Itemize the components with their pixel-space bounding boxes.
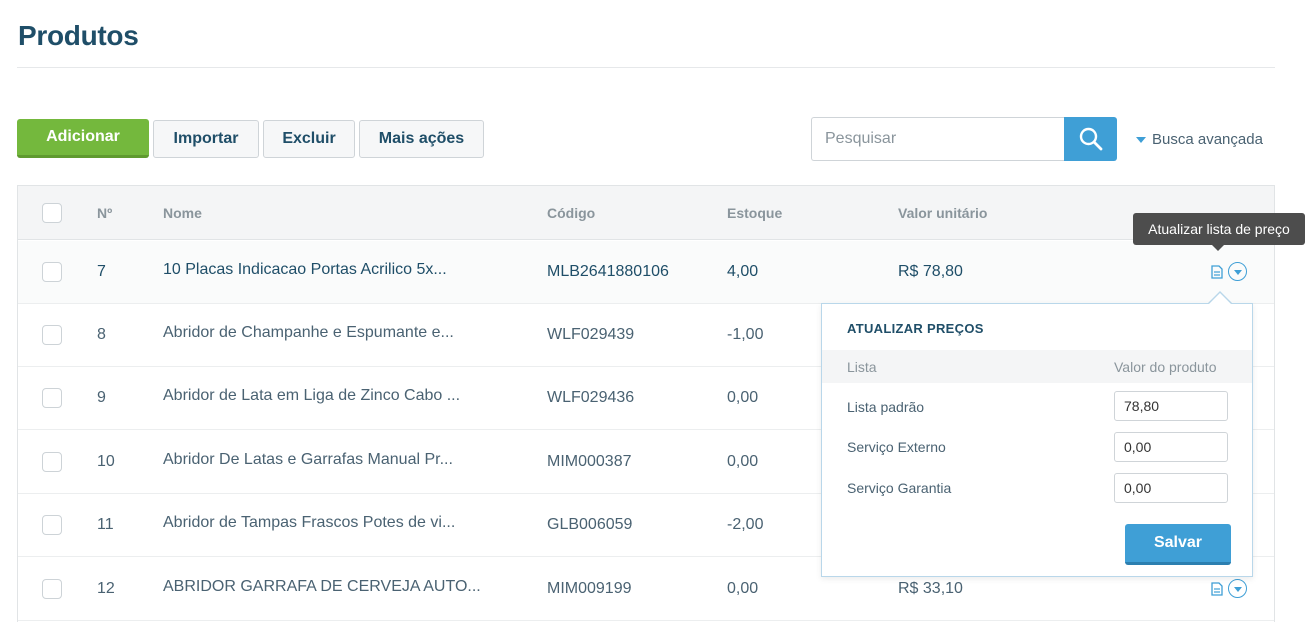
search-input[interactable] (811, 117, 1065, 161)
row-code: WLF029439 (547, 326, 635, 343)
header-name: Nome (163, 205, 202, 221)
row-number: 7 (97, 263, 106, 280)
header-code: Código (547, 205, 596, 221)
row-code: MIM000387 (547, 453, 632, 470)
chevron-circle-down-icon[interactable] (1228, 579, 1247, 598)
row-stock: 0,00 (727, 580, 759, 597)
search-icon (1079, 127, 1102, 151)
row-number: 12 (97, 580, 115, 597)
table-header: Nº Nome Código Estoque Valor unitário (18, 186, 1274, 240)
update-prices-popup: ATUALIZAR PREÇOS Lista Valor do produto … (821, 303, 1253, 577)
advanced-search-label: Busca avançada (1152, 131, 1263, 148)
price-input-lista-padrao[interactable] (1114, 391, 1228, 421)
advanced-search-link[interactable]: Busca avançada (1136, 131, 1263, 148)
title-divider (17, 67, 1275, 68)
popup-header-list: Lista (847, 359, 877, 375)
select-all-checkbox[interactable] (42, 203, 62, 223)
price-list-label: Serviço Externo (847, 439, 946, 455)
row-number: 11 (97, 516, 114, 533)
row-checkbox[interactable] (42, 262, 62, 282)
row-checkbox[interactable] (42, 579, 62, 599)
row-number: 8 (97, 326, 106, 343)
row-actions (1211, 262, 1247, 281)
popup-header: Lista Valor do produto (822, 350, 1252, 383)
row-checkbox[interactable] (42, 452, 62, 472)
row-name[interactable]: Abridor de Tampas Frascos Potes de vi... (163, 514, 455, 532)
delete-button[interactable]: Excluir (263, 120, 355, 158)
row-number: 9 (97, 389, 106, 406)
save-button[interactable]: Salvar (1125, 524, 1231, 565)
update-price-list-tooltip: Atualizar lista de preço (1133, 213, 1305, 245)
search-button[interactable] (1064, 117, 1117, 161)
row-name[interactable]: 10 Placas Indicacao Portas Acrilico 5x..… (163, 261, 447, 279)
row-checkbox[interactable] (42, 325, 62, 345)
row-checkbox[interactable] (42, 388, 62, 408)
popup-header-value: Valor do produto (1114, 359, 1217, 375)
header-stock: Estoque (727, 205, 783, 221)
row-code: WLF029436 (547, 389, 635, 406)
caret-down-icon (1136, 136, 1146, 143)
row-stock: -1,00 (727, 326, 764, 343)
price-input-servico-garantia[interactable] (1114, 473, 1228, 503)
row-name[interactable]: Abridor De Latas e Garrafas Manual Pr... (163, 451, 453, 469)
row-name[interactable]: Abridor de Lata em Liga de Zinco Cabo ..… (163, 387, 460, 405)
row-number: 10 (97, 453, 115, 470)
row-name[interactable]: ABRIDOR GARRAFA DE CERVEJA AUTO... (163, 578, 481, 596)
price-list-label: Lista padrão (847, 399, 925, 415)
popup-arrow-fill (1209, 293, 1231, 304)
chevron-circle-down-icon[interactable] (1228, 262, 1247, 281)
row-stock: 4,00 (727, 263, 759, 280)
row-unit-value: R$ 78,80 (898, 263, 963, 280)
row-code: MLB2641880106 (547, 263, 669, 280)
tooltip-arrow (1212, 245, 1224, 251)
more-actions-button[interactable]: Mais ações (359, 120, 484, 158)
header-number: Nº (97, 205, 113, 221)
row-stock: 0,00 (727, 453, 759, 470)
row-code: GLB006059 (547, 516, 633, 533)
table-row[interactable]: 7 10 Placas Indicacao Portas Acrilico 5x… (18, 241, 1274, 304)
page-title: Produtos (18, 20, 139, 51)
row-checkbox[interactable] (42, 515, 62, 535)
price-input-servico-externo[interactable] (1114, 432, 1228, 462)
price-list-label: Serviço Garantia (847, 480, 952, 496)
row-unit-value: R$ 33,10 (898, 580, 963, 597)
document-icon[interactable] (1211, 581, 1223, 596)
document-icon[interactable] (1211, 264, 1223, 279)
row-actions (1211, 579, 1247, 598)
row-stock: 0,00 (727, 389, 759, 406)
row-code: MIM009199 (547, 580, 632, 597)
row-stock: -2,00 (727, 516, 764, 533)
popup-title: ATUALIZAR PREÇOS (847, 321, 984, 336)
add-button[interactable]: Adicionar (17, 119, 149, 158)
row-name[interactable]: Abridor de Champanhe e Espumante e... (163, 324, 454, 342)
header-unit-value: Valor unitário (898, 205, 988, 221)
import-button[interactable]: Importar (153, 120, 259, 158)
